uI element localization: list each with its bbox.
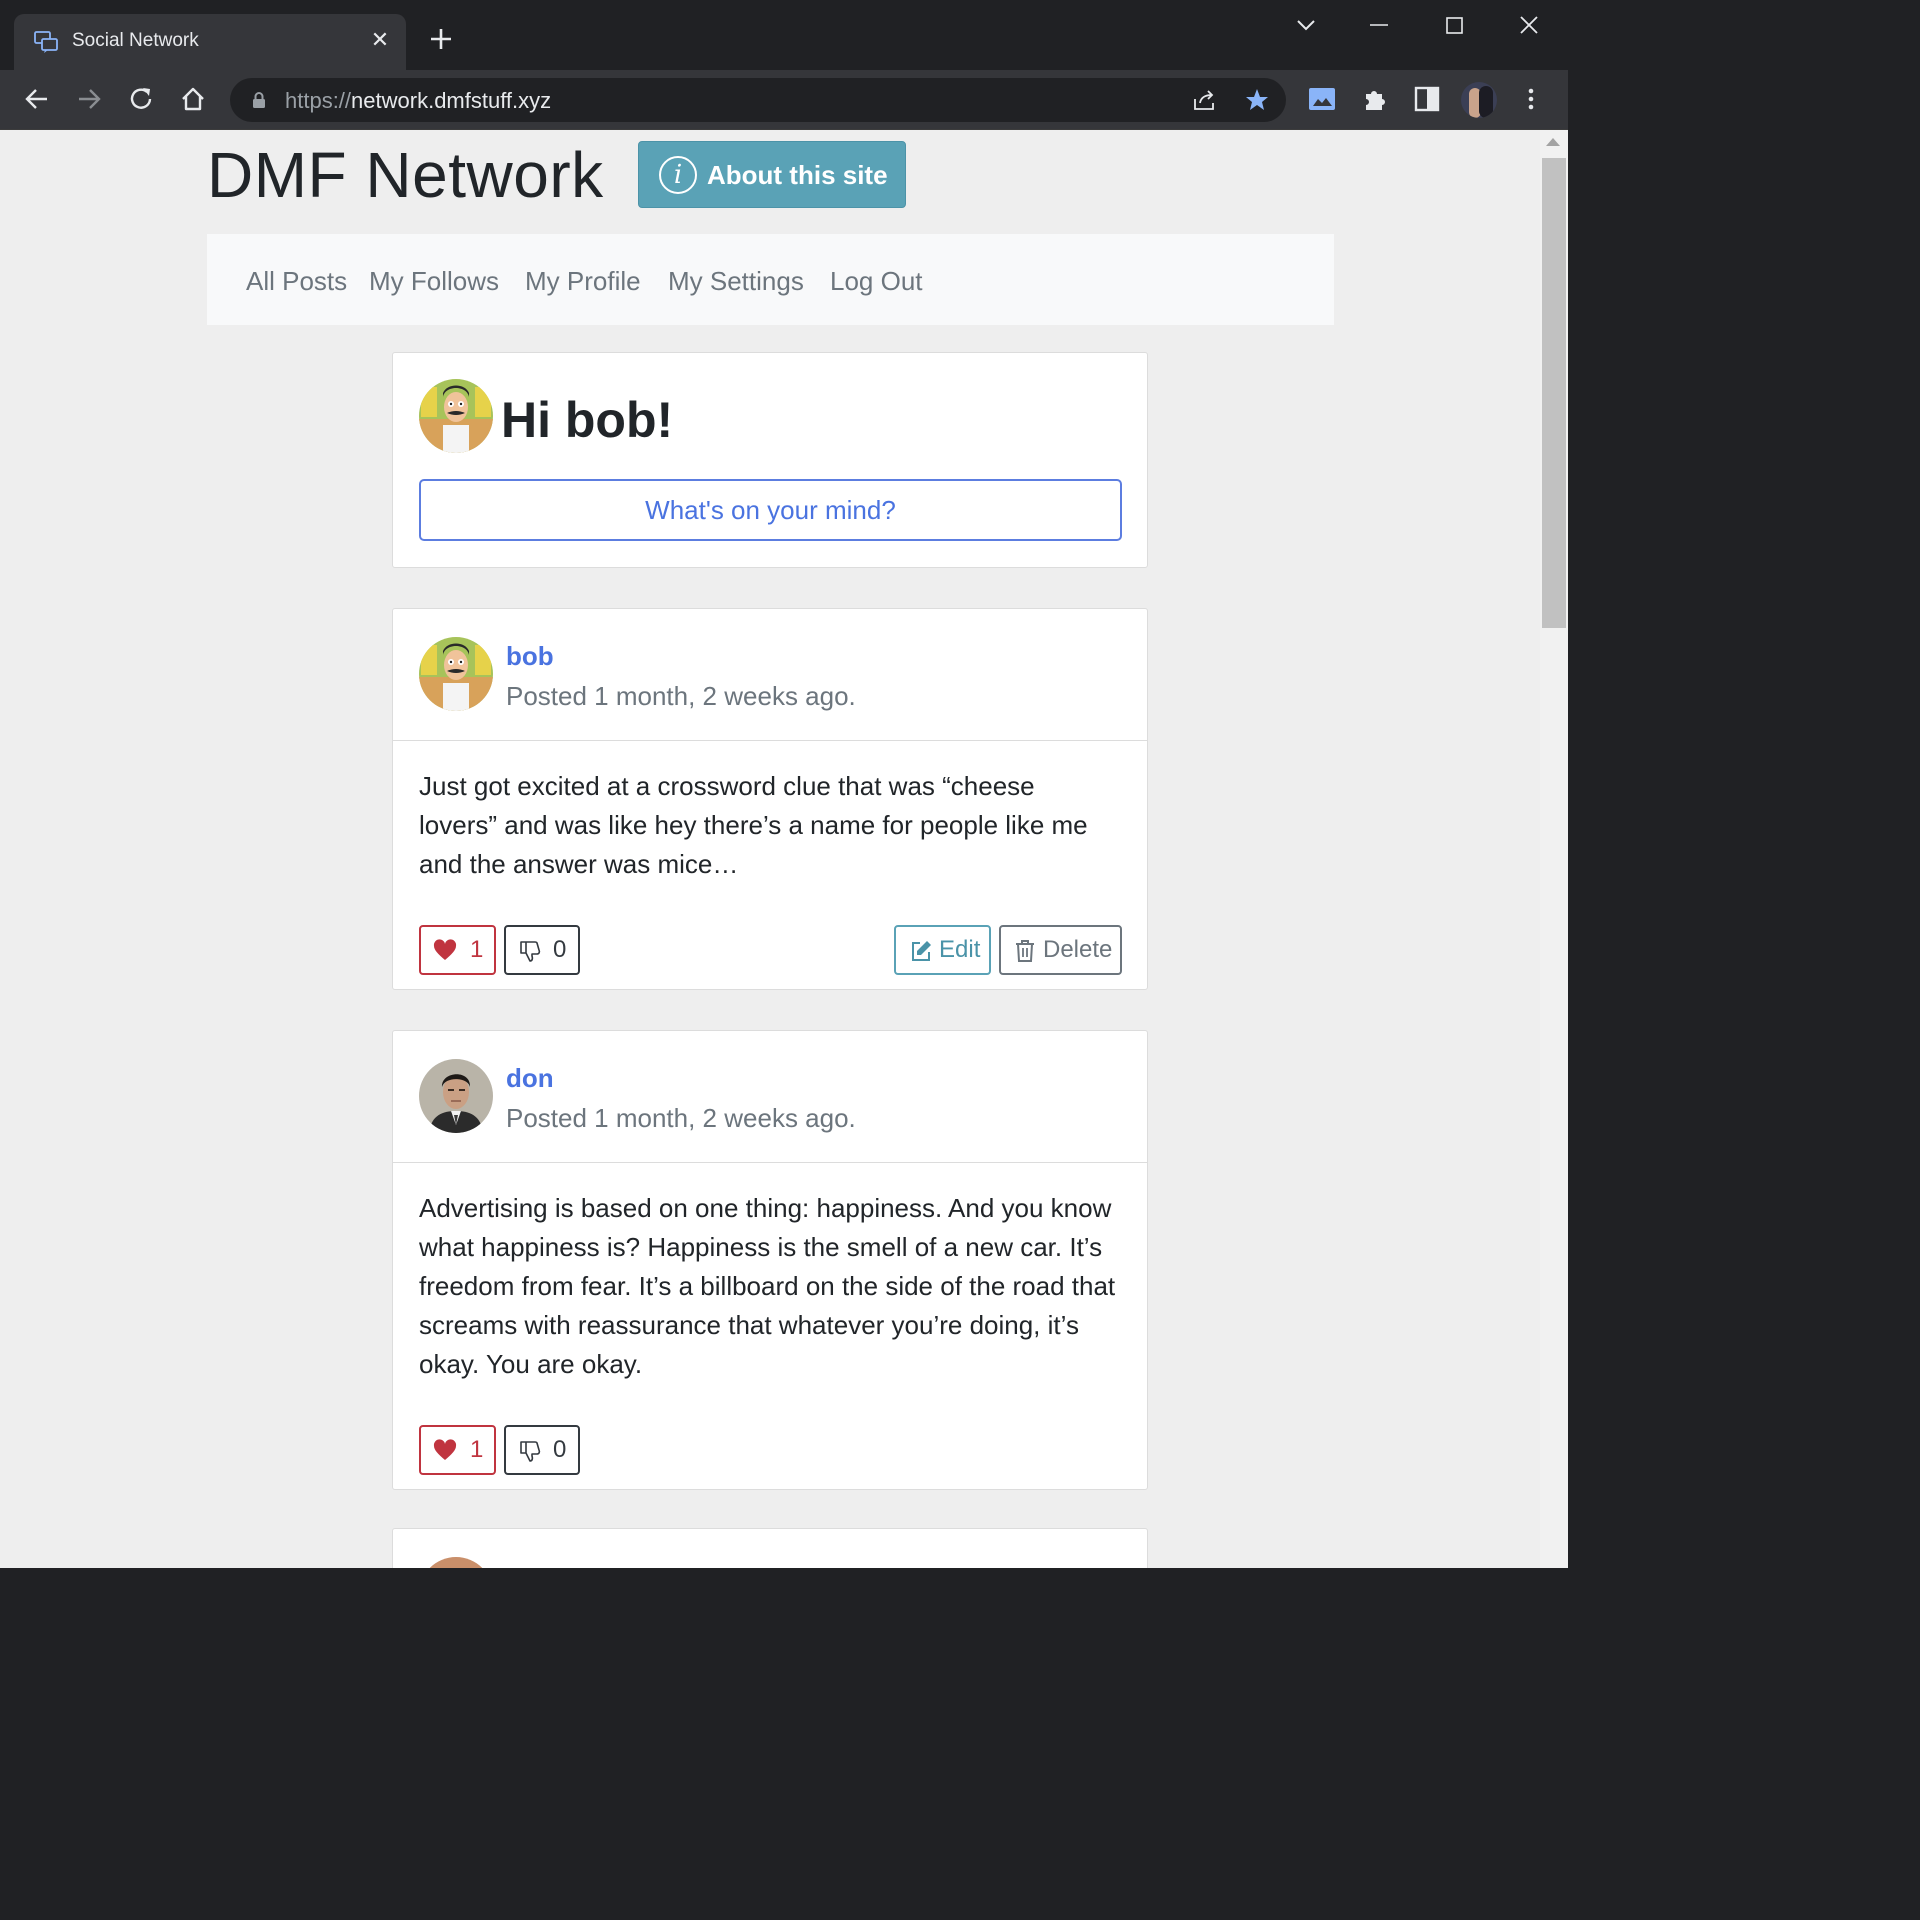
heart-icon: [433, 939, 457, 960]
post-timestamp: Posted 1 month, 2 weeks ago.: [506, 1103, 856, 1133]
heart-icon: [433, 1439, 457, 1460]
user-avatar[interactable]: [419, 379, 493, 453]
bob-avatar-image: [419, 379, 493, 453]
info-icon: i: [659, 156, 697, 194]
profile-avatar[interactable]: [1461, 82, 1497, 118]
post-author-avatar[interactable]: [419, 1059, 493, 1133]
like-count: 1: [470, 1436, 484, 1463]
new-post-button[interactable]: What's on your mind?: [419, 479, 1122, 541]
post-author-link[interactable]: bob: [506, 641, 554, 672]
lock-icon: [253, 92, 265, 108]
tab-close-icon[interactable]: ✕: [368, 28, 392, 52]
like-button[interactable]: 1: [419, 925, 496, 975]
main-navbar: All Posts My Follows My Profile My Setti…: [207, 234, 1334, 325]
side-panel-icon[interactable]: [1412, 84, 1442, 114]
post-header: don Posted 1 month, 2 weeks ago.: [393, 1031, 1147, 1163]
delete-label: Delete: [1043, 936, 1113, 963]
new-tab-icon[interactable]: [426, 24, 456, 54]
home-icon[interactable]: [178, 84, 208, 114]
tab-title: Social Network: [72, 30, 199, 51]
maximize-icon[interactable]: [1436, 10, 1472, 40]
about-site-button[interactable]: i About this site: [638, 141, 906, 208]
address-bar[interactable]: https://network.dmfstuff.xyz: [230, 78, 1286, 122]
post-body: Advertising is based on one thing: happi…: [419, 1193, 1116, 1379]
post-body: Just got excited at a crossword clue tha…: [419, 771, 1088, 879]
extension-window-icon[interactable]: [1307, 84, 1337, 114]
url-scheme: https://: [285, 88, 352, 113]
delete-post-button[interactable]: Delete: [999, 925, 1122, 975]
like-count: 1: [470, 936, 484, 963]
edit-label: Edit: [939, 936, 981, 963]
nav-all-posts[interactable]: All Posts: [246, 266, 347, 297]
thumbs-down-icon: [520, 1441, 541, 1462]
back-arrow-icon[interactable]: [22, 84, 52, 114]
dislike-count: 0: [553, 1436, 567, 1463]
edit-post-button[interactable]: Edit: [894, 925, 991, 975]
post-author-avatar[interactable]: [419, 637, 493, 711]
dislike-button[interactable]: 0: [504, 925, 580, 975]
page-scrollbar[interactable]: [1540, 130, 1568, 1568]
nav-log-out[interactable]: Log Out: [830, 266, 923, 297]
chat-favicon-icon: [34, 31, 58, 53]
nav-my-settings[interactable]: My Settings: [668, 266, 804, 297]
browser-toolbar: https://network.dmfstuff.xyz: [0, 70, 1568, 130]
bookmark-star-icon[interactable]: [1244, 87, 1270, 113]
thumbs-down-icon: [520, 941, 541, 962]
like-button[interactable]: 1: [419, 1425, 496, 1475]
bob-avatar-image: [419, 637, 493, 711]
post-card: [392, 1528, 1148, 1568]
post-card: bob Posted 1 month, 2 weeks ago. Just go…: [392, 608, 1148, 990]
forward-arrow-icon[interactable]: [74, 84, 104, 114]
trash-icon: [1016, 940, 1034, 962]
greeting-heading: Hi bob!: [501, 392, 674, 448]
page-viewport: DMF Network i About this site All Posts …: [0, 130, 1540, 1568]
dislike-count: 0: [553, 936, 567, 963]
post-timestamp: Posted 1 month, 2 weeks ago.: [506, 681, 856, 711]
browser-titlebar: Social Network ✕: [0, 0, 1568, 70]
minimize-icon[interactable]: [1361, 10, 1397, 40]
about-site-label: About this site: [707, 160, 888, 190]
nav-my-profile[interactable]: My Profile: [525, 266, 641, 297]
url-host: network.dmfstuff.xyz: [351, 88, 552, 113]
scrollbar-thumb[interactable]: [1542, 158, 1566, 628]
post-header: bob Posted 1 month, 2 weeks ago.: [393, 609, 1147, 741]
nav-my-follows[interactable]: My Follows: [369, 266, 499, 297]
site-title: DMF Network: [207, 139, 604, 211]
share-icon[interactable]: [1191, 87, 1217, 113]
compose-card: Hi bob! What's on your mind?: [392, 352, 1148, 568]
extensions-puzzle-icon[interactable]: [1360, 84, 1390, 114]
browser-menu-icon[interactable]: [1516, 84, 1546, 114]
reload-icon[interactable]: [126, 84, 156, 114]
post-author-link[interactable]: don: [506, 1063, 554, 1094]
post-author-avatar[interactable]: [419, 1557, 493, 1568]
window-close-icon[interactable]: [1511, 10, 1547, 40]
don-avatar-image: [419, 1059, 493, 1133]
dislike-button[interactable]: 0: [504, 1425, 580, 1475]
tab-search-chevron-icon[interactable]: [1288, 10, 1324, 40]
scroll-up-arrow-icon[interactable]: [1546, 138, 1560, 146]
pencil-square-icon: [912, 941, 931, 961]
post-card: don Posted 1 month, 2 weeks ago. Adverti…: [392, 1030, 1148, 1490]
browser-tab[interactable]: Social Network ✕: [14, 14, 406, 70]
url-text: https://network.dmfstuff.xyz: [285, 88, 551, 114]
